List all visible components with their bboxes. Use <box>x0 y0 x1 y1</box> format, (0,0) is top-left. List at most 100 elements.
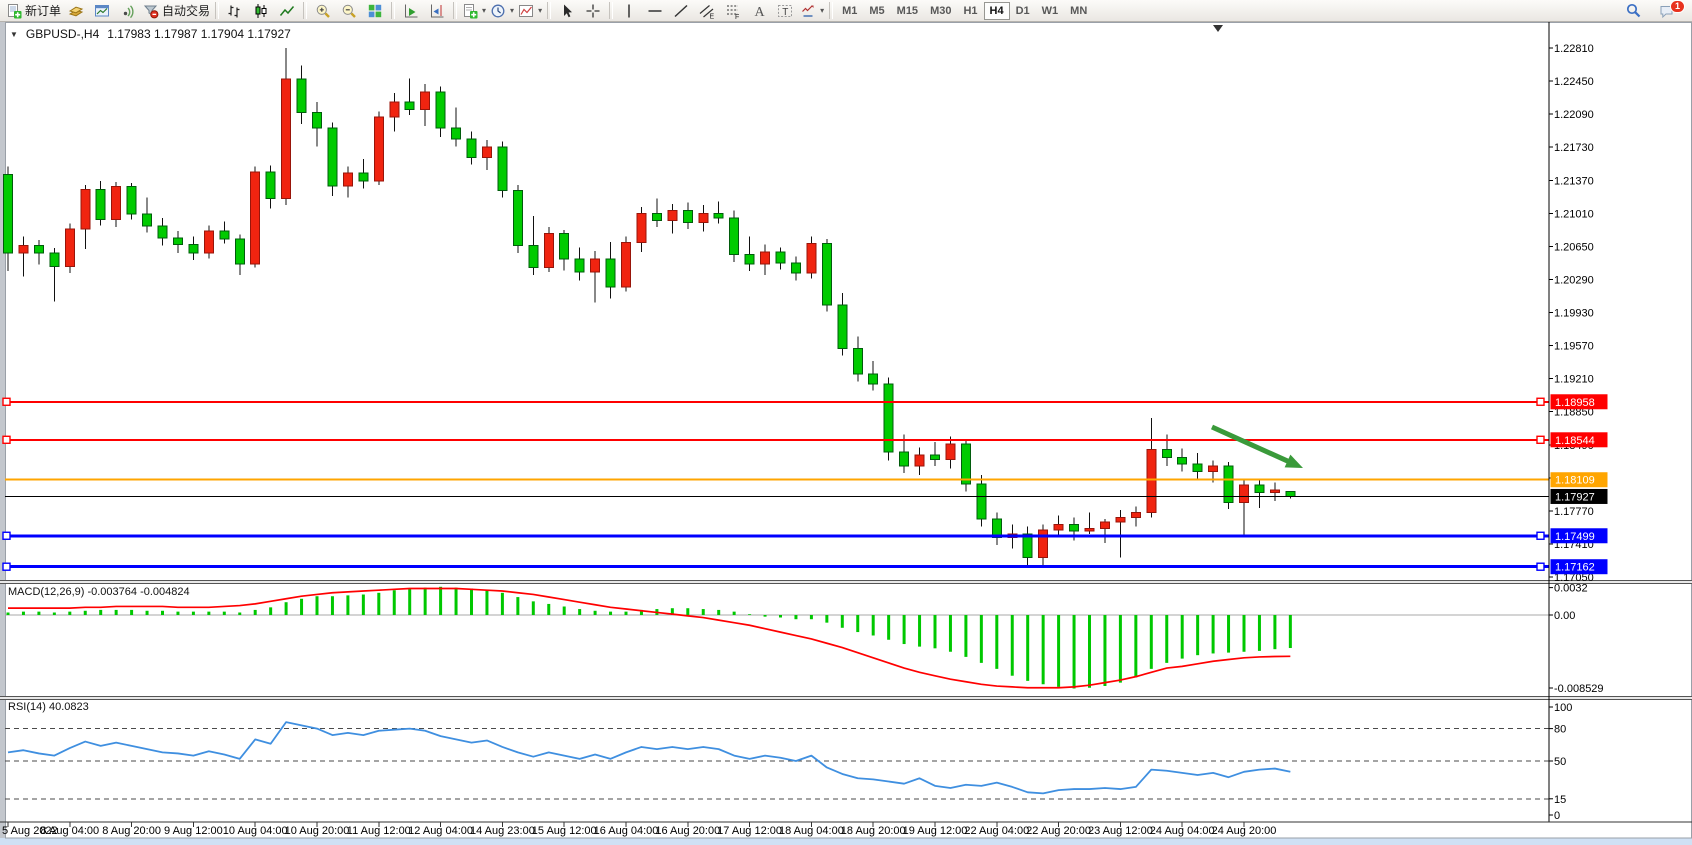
zoom-out-button[interactable] <box>336 1 362 21</box>
chevron-down-icon[interactable]: ▾ <box>820 6 824 15</box>
auto-scroll-button[interactable] <box>398 1 424 21</box>
text-button[interactable]: A <box>746 1 772 21</box>
rsi-indicator-label: RSI(14) 40.0823 <box>8 701 89 713</box>
line-endpoint-marker <box>1537 398 1544 405</box>
window-left-edge <box>0 22 5 845</box>
templates-button[interactable]: ▾ <box>460 1 488 21</box>
line-endpoint-marker <box>3 532 10 539</box>
channel-button[interactable]: E <box>694 1 720 21</box>
timeframe-m1-button[interactable]: M1 <box>836 2 863 20</box>
timeframe-m15-button[interactable]: M15 <box>891 2 924 20</box>
resistance-line-1-price-label: 1.18958 <box>1551 394 1608 409</box>
main-toolbar: 新订单 自动交易 ▾ ▾ ▾ E F A T ▾ M1M5M15M30H1H4D1W1MN 1 <box>0 0 1692 22</box>
bar-chart-button[interactable] <box>222 1 248 21</box>
search-button[interactable] <box>1620 1 1646 21</box>
svg-text:1.17499: 1.17499 <box>1555 531 1595 543</box>
time-tick-label: 11 Aug 12:00 <box>347 825 411 837</box>
tile-windows-button[interactable] <box>362 1 388 21</box>
toolbar-separator <box>215 2 219 19</box>
timeframe-mn-button[interactable]: MN <box>1064 2 1093 20</box>
channel-icon: E <box>699 3 715 19</box>
svg-text:F: F <box>735 13 739 18</box>
hline-icon <box>647 3 663 19</box>
price-tick-label: 1.22090 <box>1554 109 1594 121</box>
line-endpoint-marker <box>3 563 10 570</box>
line-endpoint-marker <box>3 436 10 443</box>
trendline-button[interactable] <box>668 1 694 21</box>
macd-axis-label: 0.00 <box>1554 610 1575 622</box>
timeframe-h4-button[interactable]: H4 <box>984 2 1010 20</box>
text-icon: A <box>751 3 767 19</box>
rsi-pane-splitter[interactable] <box>0 696 1692 700</box>
template-icon <box>462 3 478 19</box>
vertical-line-button[interactable] <box>616 1 642 21</box>
crosshair-button[interactable] <box>580 1 606 21</box>
autotrading-button[interactable]: 自动交易 <box>141 1 212 21</box>
cursor-button[interactable] <box>554 1 580 21</box>
autotrading-button-label: 自动交易 <box>162 2 210 19</box>
trendline-icon <box>673 3 689 19</box>
horizontal-line-button[interactable] <box>642 1 668 21</box>
zoom-out-icon <box>341 3 357 19</box>
label-icon: T <box>777 3 793 19</box>
indicators-button[interactable]: ▾ <box>516 1 544 21</box>
shapes-icon <box>800 3 816 19</box>
candlestick-button[interactable] <box>248 1 274 21</box>
timeframe-m5-button[interactable]: M5 <box>863 2 890 20</box>
price-tick-label: 1.19210 <box>1554 374 1594 386</box>
support-line-2-price-label: 1.17162 <box>1551 559 1608 574</box>
svg-text:E: E <box>710 13 715 19</box>
rsi-axis-label: 0 <box>1554 810 1560 822</box>
price-chart-canvas[interactable]: 1.228101.224501.220901.217301.213701.210… <box>0 22 1692 845</box>
time-tick-label: 22 Aug 20:00 <box>1026 825 1091 837</box>
time-tick-label: 12 Aug 04:00 <box>408 825 473 837</box>
chevron-down-icon[interactable]: ▾ <box>482 6 486 15</box>
time-tick-label: 10 Aug 20:00 <box>285 825 350 837</box>
toolbar-separator <box>391 2 395 19</box>
signals-button[interactable] <box>115 1 141 21</box>
chevron-down-icon[interactable]: ▾ <box>538 6 542 15</box>
price-tick-label: 1.17770 <box>1554 506 1594 518</box>
candles-icon <box>253 3 269 19</box>
price-tick-label: 1.22810 <box>1554 43 1594 55</box>
rsi-axis-label: 100 <box>1554 702 1572 714</box>
new-order-button-label: 新订单 <box>25 2 61 19</box>
notifications-button[interactable]: 1 <box>1654 1 1680 21</box>
time-tick-label: 15 Aug 12:00 <box>532 825 597 837</box>
text-label-button[interactable]: T <box>772 1 798 21</box>
chevron-down-icon[interactable]: ▼ <box>10 30 18 39</box>
price-tick-label: 1.20650 <box>1554 241 1594 253</box>
time-tick-label: 17 Aug 12:00 <box>717 825 782 837</box>
svg-text:1.17927: 1.17927 <box>1555 491 1595 503</box>
price-tick-label: 1.20290 <box>1554 274 1594 286</box>
arrows-button[interactable]: ▾ <box>798 1 826 21</box>
toolbar-separator <box>547 2 551 19</box>
bid-line-price-label: 1.17927 <box>1551 489 1608 504</box>
chart-symbol-period: GBPUSD-,H4 <box>26 27 99 41</box>
chart-shift-button[interactable] <box>424 1 450 21</box>
new-order-button[interactable]: 新订单 <box>4 1 63 21</box>
svg-text:T: T <box>782 7 788 18</box>
timeframe-h1-button[interactable]: H1 <box>957 2 983 20</box>
time-tick-label: 8 Aug 20:00 <box>102 825 161 837</box>
ch art-window[interactable]: 1.228101.224501.220901.217301.213701.210… <box>0 22 1692 845</box>
charts-button[interactable] <box>89 1 115 21</box>
periods-button[interactable]: ▾ <box>488 1 516 21</box>
window-bottom-strip <box>0 838 1692 845</box>
svg-text:1.18109: 1.18109 <box>1555 475 1595 487</box>
timeframe-d1-button[interactable]: D1 <box>1010 2 1036 20</box>
price-tick-label: 1.21730 <box>1554 142 1594 154</box>
line-chart-button[interactable] <box>274 1 300 21</box>
macd-pane-splitter[interactable] <box>0 580 1692 584</box>
line-endpoint-marker <box>3 398 10 405</box>
svg-text:1.18544: 1.18544 <box>1555 435 1595 447</box>
timeframe-m30-button[interactable]: M30 <box>924 2 957 20</box>
time-tick-label: 23 Aug 12:00 <box>1088 825 1153 837</box>
zoom-in-button[interactable] <box>310 1 336 21</box>
quotes-button[interactable] <box>63 1 89 21</box>
fibonacci-button[interactable]: F <box>720 1 746 21</box>
rsi-axis-label: 15 <box>1554 794 1566 806</box>
toolbar-separator <box>453 2 457 19</box>
timeframe-w1-button[interactable]: W1 <box>1036 2 1065 20</box>
chevron-down-icon[interactable]: ▾ <box>510 6 514 15</box>
